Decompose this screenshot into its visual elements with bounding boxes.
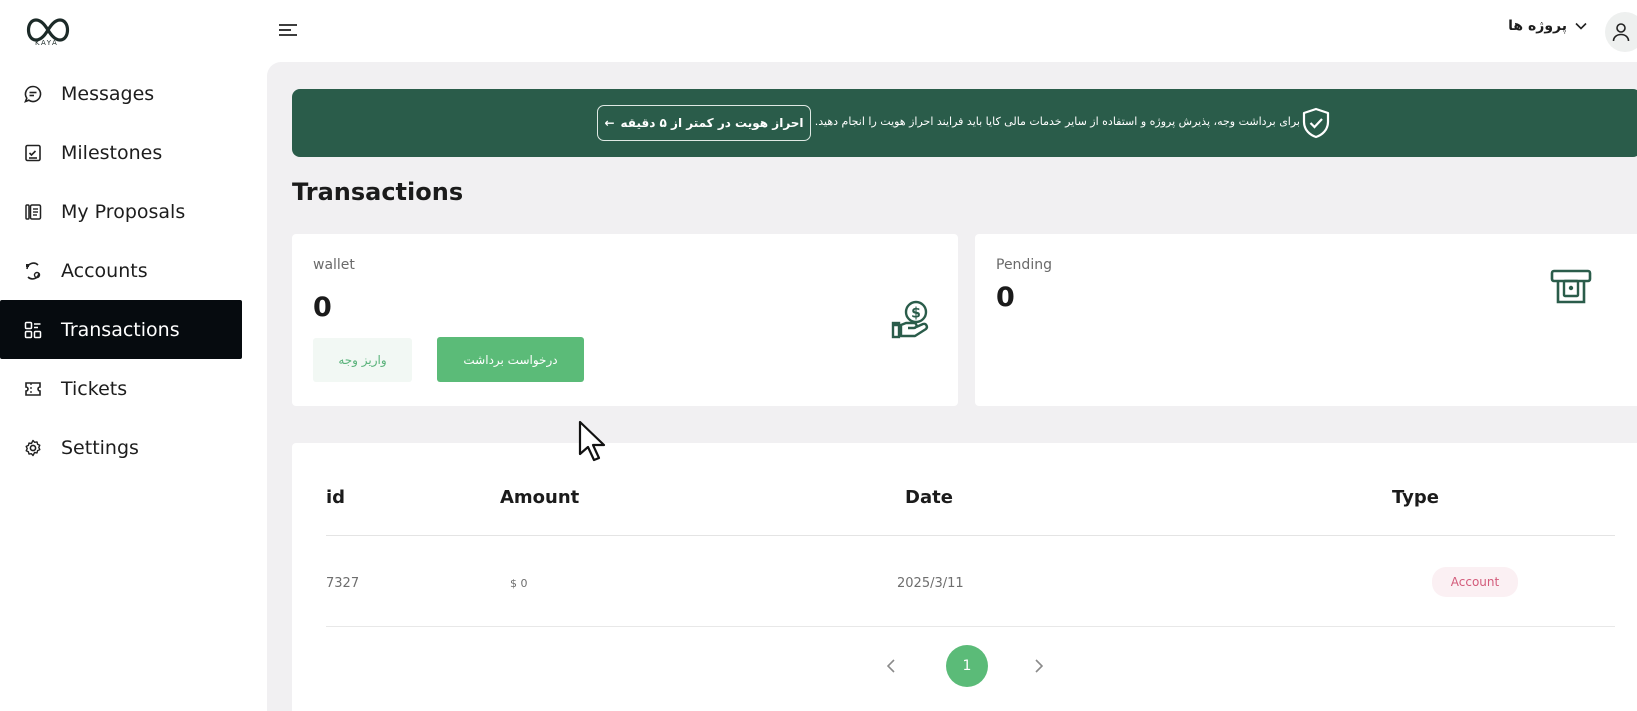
logo-text: KAYA [35, 39, 59, 47]
mouse-cursor-icon [578, 420, 606, 462]
projects-dropdown[interactable]: پروژه ها [1508, 18, 1587, 34]
verification-banner: برای برداشت وجه، پذیرش پروژه و استفاده ا… [292, 89, 1637, 157]
ticket-icon [22, 378, 44, 400]
column-header-id[interactable]: id [326, 487, 345, 508]
sidebar-item-accounts[interactable]: Accounts [0, 241, 242, 300]
projects-label: پروژه ها [1508, 18, 1567, 34]
wallet-balance: 0 [313, 292, 332, 323]
deposit-button[interactable]: واریز وجه [313, 338, 412, 382]
sidebar-item-settings[interactable]: Settings [0, 418, 242, 477]
user-icon [1612, 23, 1630, 42]
sidebar-item-transactions[interactable]: Transactions [0, 300, 242, 359]
svg-text:$: $ [911, 306, 921, 322]
chat-icon [22, 83, 44, 105]
sidebar-item-my-proposals[interactable]: My Proposals [0, 182, 242, 241]
pending-label: Pending [996, 257, 1052, 273]
gear-icon [22, 437, 44, 459]
column-header-amount[interactable]: Amount [500, 487, 579, 508]
milestone-icon [22, 142, 44, 164]
arrow-left-icon: ← [604, 116, 615, 130]
pending-balance: 0 [996, 282, 1015, 313]
cell-date: 2025/3/11 [897, 576, 964, 591]
sidebar: KAYA Messages Milestones My Proposals Ac… [0, 0, 262, 711]
proposals-icon [22, 201, 44, 223]
withdraw-request-button[interactable]: درخواست برداشت [437, 337, 584, 382]
sidebar-item-label: Settings [61, 436, 139, 459]
money-hand-icon: $ [891, 300, 929, 339]
pagination-next-button[interactable] [1030, 656, 1048, 676]
chevron-left-icon [887, 659, 895, 673]
sidebar-item-label: Milestones [61, 141, 163, 164]
header-divider [326, 535, 1615, 536]
row-divider [326, 626, 1615, 627]
menu-icon[interactable] [278, 22, 298, 38]
sidebar-item-tickets[interactable]: Tickets [0, 359, 242, 418]
banner-text: برای برداشت وجه، پذیرش پروژه و استفاده ا… [814, 115, 1300, 128]
verify-identity-button[interactable]: احراز هویت در کمتر از ۵ دقیقه ← [597, 105, 811, 141]
wallet-card: wallet 0 واریز وجه درخواست برداشت $ [292, 234, 958, 406]
type-badge: Account [1432, 567, 1518, 597]
verify-button-label: احراز هویت در کمتر از ۵ دقیقه [620, 116, 804, 130]
shield-check-icon [1302, 107, 1330, 139]
column-header-date[interactable]: Date [905, 487, 953, 508]
cell-amount: $ 0 [510, 577, 528, 590]
transactions-icon [22, 319, 44, 341]
accounts-icon [22, 260, 44, 282]
sidebar-nav: Messages Milestones My Proposals Account… [0, 64, 242, 477]
transactions-table: id Amount Date Type 7327 $ 0 2025/3/11 A… [292, 443, 1637, 711]
user-avatar-button[interactable] [1605, 12, 1637, 52]
sidebar-item-messages[interactable]: Messages [0, 64, 242, 123]
wallet-label: wallet [313, 257, 355, 273]
pagination-page-1[interactable]: 1 [946, 645, 988, 687]
chevron-down-icon [1575, 22, 1587, 30]
sidebar-item-label: Transactions [61, 318, 180, 341]
pagination-prev-button[interactable] [882, 656, 900, 676]
pending-card: Pending 0 [975, 234, 1637, 406]
sidebar-item-label: Messages [61, 82, 155, 105]
atm-cash-icon [1550, 269, 1592, 304]
chevron-right-icon [1035, 659, 1043, 673]
cell-id: 7327 [326, 576, 360, 591]
sidebar-item-milestones[interactable]: Milestones [0, 123, 242, 182]
sidebar-item-label: My Proposals [61, 200, 186, 223]
page-title: Transactions [292, 178, 464, 206]
main-content: برای برداشت وجه، پذیرش پروژه و استفاده ا… [267, 62, 1637, 711]
sidebar-item-label: Accounts [61, 259, 148, 282]
column-header-type[interactable]: Type [1392, 487, 1439, 508]
top-header: پروژه ها [262, 0, 1637, 62]
sidebar-item-label: Tickets [61, 377, 128, 400]
